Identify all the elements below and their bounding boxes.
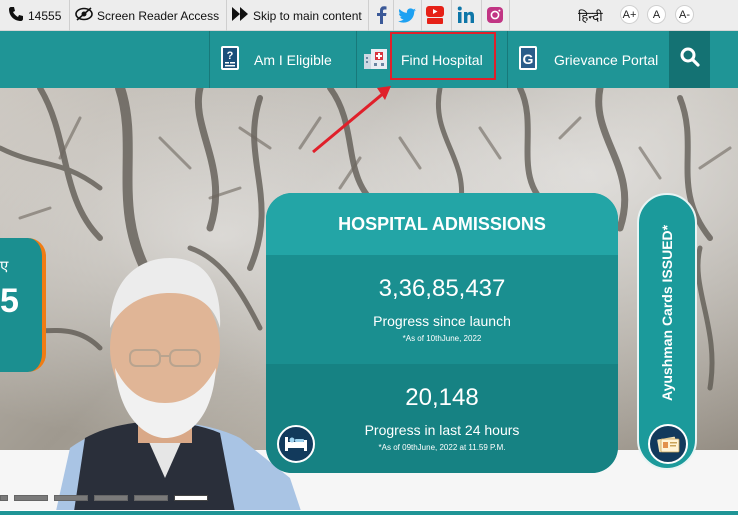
svg-text:?: ? [227, 50, 234, 62]
top-utility-bar: 14555 Screen Reader Access Skip to main … [0, 0, 738, 31]
font-decrease-button[interactable]: A- [675, 5, 694, 24]
instagram-icon[interactable] [485, 5, 505, 25]
phone-icon [8, 6, 24, 25]
divider [226, 0, 227, 31]
linkedin-icon[interactable] [456, 5, 476, 25]
nav-grievance-portal-label: Grievance Portal [554, 51, 659, 68]
eligibility-icon: ? [219, 45, 241, 74]
left-promo-text-top: ए [0, 258, 9, 275]
stat-daily-note: *As of 09thJune, 2022 at 11.59 P.M. [378, 443, 506, 452]
screen-reader-link[interactable]: Screen Reader Access [75, 0, 219, 31]
carousel-dot[interactable] [14, 495, 48, 501]
portrait-illustration [56, 258, 301, 510]
stat-total-note: *As of 10thJune, 2022 [402, 334, 482, 343]
bottom-accent-line [0, 511, 738, 515]
facebook-icon[interactable] [371, 5, 391, 25]
stat-total-value: 3,36,85,437 [378, 275, 506, 302]
font-normal-button[interactable]: A [647, 5, 666, 24]
stat-daily-value: 20,148 [405, 384, 479, 411]
nav-grievance-portal[interactable]: G Grievance Portal [517, 31, 658, 88]
ayushman-cards-label: Ayushman Cards ISSUED* [659, 224, 675, 401]
ayushman-card-icon [648, 424, 688, 464]
fast-forward-icon [232, 7, 248, 24]
carousel-dot[interactable] [94, 495, 128, 501]
stat-since-launch: 3,36,85,437 Progress since launch *As of… [266, 255, 618, 364]
skip-to-main-label: Skip to main content [253, 8, 362, 23]
carousel-dot-active[interactable] [174, 495, 208, 501]
find-hospital-highlight-box [390, 32, 496, 80]
search-button[interactable] [669, 31, 710, 88]
carousel-dot[interactable] [0, 495, 8, 501]
twitter-icon[interactable] [397, 5, 417, 25]
annotation-arrow [312, 86, 391, 154]
divider [481, 0, 482, 31]
left-promo-text-number: 5 [0, 282, 19, 320]
skip-to-main-link[interactable]: Skip to main content [232, 0, 362, 31]
nav-am-i-eligible-label: Am I Eligible [254, 51, 332, 68]
divider [393, 0, 394, 31]
stat-daily-label: Progress in last 24 hours [364, 422, 520, 438]
youtube-icon[interactable] [425, 5, 445, 25]
divider [69, 0, 70, 31]
font-increase-button[interactable]: A+ [620, 5, 639, 24]
nav-divider [507, 31, 508, 88]
language-label: हिन्दी [578, 8, 603, 24]
hospital-bed-icon [277, 425, 315, 463]
search-icon [680, 47, 700, 72]
carousel-dot[interactable] [134, 495, 168, 501]
language-toggle[interactable]: हिन्दी [578, 0, 603, 31]
carousel-dot[interactable] [54, 495, 88, 501]
screen-reader-icon [75, 7, 93, 24]
divider [451, 0, 452, 31]
grievance-icon: G [517, 45, 539, 74]
divider [368, 0, 369, 31]
hospital-icon [363, 46, 389, 73]
stat-last-24-hours: 20,148 Progress in last 24 hours *As of … [266, 364, 618, 473]
helpline-link[interactable]: 14555 [8, 0, 61, 31]
svg-text:G: G [523, 51, 534, 67]
stats-title: HOSPITAL ADMISSIONS [266, 193, 618, 255]
stat-total-label: Progress since launch [373, 313, 511, 329]
divider [421, 0, 422, 31]
divider [509, 0, 510, 31]
screen-reader-label: Screen Reader Access [97, 8, 220, 23]
nav-divider [209, 31, 210, 88]
hospital-admissions-card: HOSPITAL ADMISSIONS 3,36,85,437 Progress… [266, 193, 618, 473]
carousel-pagination [0, 495, 208, 503]
helpline-number: 14555 [28, 8, 62, 23]
